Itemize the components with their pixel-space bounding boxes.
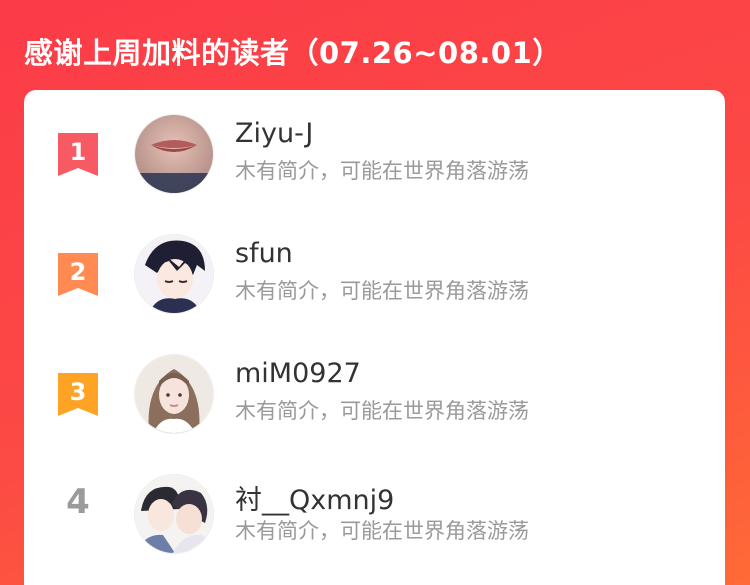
- readers-list-card: 1 Ziyu-J 木有简介，可能在世界角落游荡 2 sfun 木有简介，可能在世…: [24, 90, 725, 585]
- reader-description: 木有简介，可能在世界角落游荡: [235, 519, 529, 543]
- rank-ribbon-icon: 2: [58, 253, 98, 296]
- avatar-photo-lips-icon[interactable]: [134, 114, 214, 194]
- weekly-readers-banner: 感谢上周加料的读者（07.26~08.01） 1 Ziyu-J 木有简介，可能在…: [0, 0, 750, 585]
- reader-description: 木有简介，可能在世界角落游荡: [235, 399, 529, 423]
- rank-number: 1: [70, 138, 87, 166]
- reader-name[interactable]: Ziyu-J: [235, 118, 313, 149]
- avatar-anime-boy-icon[interactable]: [134, 234, 214, 314]
- rank-ribbon-icon: 3: [58, 373, 98, 416]
- rank-number: 4: [66, 482, 90, 522]
- rank-badge-2: 2: [58, 253, 98, 296]
- reader-row-1[interactable]: 1 Ziyu-J 木有简介，可能在世界角落游荡: [24, 114, 725, 210]
- reader-row-3[interactable]: 3 miM0927 木有简介，可能在世界角落游荡: [24, 354, 725, 450]
- reader-row-2[interactable]: 2 sfun 木有简介，可能在世界角落游荡: [24, 234, 725, 330]
- rank-badge-1: 1: [58, 133, 98, 176]
- reader-name[interactable]: sfun: [235, 238, 293, 269]
- rank-ribbon-icon: 1: [58, 133, 98, 176]
- rank-number: 3: [70, 378, 87, 406]
- reader-description: 木有简介，可能在世界角落游荡: [235, 279, 529, 303]
- rank-badge-3: 3: [58, 373, 98, 416]
- reader-name[interactable]: 衬__Qxmnj9: [235, 478, 394, 517]
- rank-number: 2: [70, 258, 87, 286]
- avatar-photo-girl-icon[interactable]: [134, 354, 214, 434]
- avatar-anime-couple-icon[interactable]: [134, 474, 214, 554]
- reader-row-4[interactable]: 4 衬__Qxmnj9 木有简介，可能在世界角落游荡: [24, 474, 725, 570]
- page-title: 感谢上周加料的读者（07.26~08.01）: [24, 36, 562, 70]
- reader-description: 木有简介，可能在世界角落游荡: [235, 159, 529, 183]
- reader-name[interactable]: miM0927: [235, 358, 361, 389]
